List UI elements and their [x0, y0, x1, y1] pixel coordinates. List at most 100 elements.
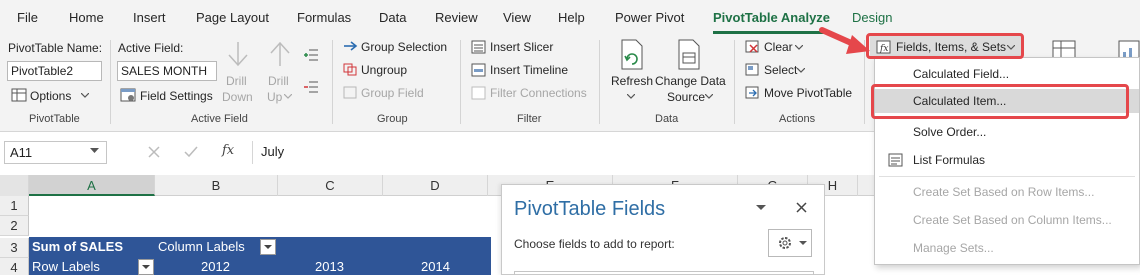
row-header-3[interactable]: 3 [0, 238, 29, 258]
chevron-down-icon [627, 94, 635, 99]
move-pivottable-button[interactable]: Move PivotTable [764, 86, 852, 100]
pivot-column-labels[interactable]: Column Labels [158, 237, 245, 257]
group-label-active-field: Active Field [191, 113, 248, 125]
tab-formulas[interactable]: Formulas [297, 10, 351, 25]
options-button[interactable]: Options [30, 89, 71, 103]
formula-buttons: fx [136, 141, 251, 164]
active-field-input[interactable]: SALES MONTH [117, 61, 217, 81]
pivot-year-2014[interactable]: 2014 [421, 257, 450, 275]
drill-up-icon [270, 41, 290, 66]
select-icon [745, 63, 759, 76]
group-selection-button[interactable]: Group Selection [361, 40, 447, 54]
pivot-row-labels[interactable]: Row Labels [32, 257, 100, 275]
insert-slicer-button[interactable]: Insert Slicer [490, 40, 553, 54]
group-label-group: Group [377, 113, 408, 125]
menu-create-set-rows[interactable]: Create Set Based on Row Items... [875, 180, 1139, 204]
insert-timeline-button[interactable]: Insert Timeline [490, 63, 568, 77]
active-field-label: Active Field: [118, 41, 184, 55]
menu-solve-order[interactable]: Solve Order... [875, 120, 1139, 144]
row-header-2[interactable]: 2 [0, 216, 29, 236]
column-header-b[interactable]: B [155, 175, 278, 196]
cancel-icon[interactable] [148, 146, 160, 158]
tab-file[interactable]: File [17, 10, 38, 25]
pivottable-name-field[interactable]: PivotTable2 [7, 61, 102, 81]
chevron-down-icon[interactable] [90, 148, 99, 154]
filter-connections-icon [471, 86, 486, 100]
refresh-icon [621, 39, 643, 70]
ungroup-icon [343, 63, 357, 76]
dropdown-arrow-icon [142, 265, 150, 269]
insert-slicer-icon [471, 40, 486, 54]
chevron-down-icon [799, 241, 807, 245]
group-label-data: Data [655, 113, 679, 125]
refresh-button[interactable]: Refresh [611, 74, 653, 88]
chevron-down-icon [705, 94, 713, 99]
column-header-a[interactable]: A [29, 175, 155, 196]
drill-up-button-line2: Up [267, 90, 283, 104]
ungroup-button[interactable]: Ungroup [361, 63, 407, 77]
chevron-down-icon [797, 68, 805, 73]
pivot-sum-label[interactable]: Sum of SALES [32, 237, 123, 257]
pane-tools-button[interactable] [768, 229, 812, 257]
menu-list-formulas[interactable]: List Formulas [875, 148, 1139, 172]
group-separator [110, 40, 111, 124]
tab-view[interactable]: View [503, 10, 531, 25]
clear-button[interactable]: Clear [764, 40, 793, 54]
dropdown-arrow-icon [264, 245, 272, 249]
expand-field-icon[interactable] [304, 48, 320, 62]
move-pivottable-icon [745, 86, 759, 99]
group-separator [460, 40, 461, 124]
group-field-button[interactable]: Group Field [361, 86, 424, 100]
highlight-calculated-item [871, 84, 1129, 119]
field-settings-button[interactable]: Field Settings [140, 89, 213, 103]
tab-page-layout[interactable]: Page Layout [196, 10, 269, 25]
insert-function-button[interactable]: fx [222, 143, 234, 158]
chevron-down-icon [81, 93, 89, 98]
tab-power-pivot[interactable]: Power Pivot [615, 10, 684, 25]
chevron-down-icon [795, 45, 803, 50]
tab-help[interactable]: Help [558, 10, 585, 25]
clear-icon [745, 40, 759, 53]
tab-data[interactable]: Data [379, 10, 406, 25]
group-field-icon [343, 86, 357, 99]
menu-create-set-columns[interactable]: Create Set Based on Column Items... [875, 208, 1139, 232]
group-selection-icon [344, 41, 358, 51]
pointer-arrow-icon [819, 27, 870, 54]
insert-timeline-icon [471, 63, 486, 77]
pivot-year-2012[interactable]: 2012 [201, 257, 230, 275]
change-data-source-button-line2: Source [667, 90, 706, 104]
row-header-1[interactable]: 1 [0, 196, 29, 216]
drill-up-button[interactable]: Drill [268, 74, 289, 88]
pivottable-fields-pane: PivotTable Fields Choose fields to add t… [501, 184, 825, 275]
drill-down-button[interactable]: Drill [226, 74, 247, 88]
menu-manage-sets[interactable]: Manage Sets... [875, 236, 1139, 260]
change-data-source-button[interactable]: Change Data [655, 74, 726, 88]
gear-icon [779, 237, 791, 249]
pane-subtitle: Choose fields to add to report: [514, 237, 675, 251]
drill-down-icon [228, 42, 248, 67]
pane-options-chevron-icon[interactable] [756, 205, 766, 211]
close-icon[interactable] [796, 202, 807, 213]
ribbon-tab-bar: File Home Insert Page Layout Formulas Da… [0, 0, 1140, 36]
column-labels-filter-button[interactable] [260, 239, 276, 255]
select-button[interactable]: Select [764, 63, 797, 77]
column-header-d[interactable]: D [383, 175, 488, 196]
pivottable-name-label: PivotTable Name: [8, 41, 103, 55]
tab-home[interactable]: Home [69, 10, 104, 25]
tab-design[interactable]: Design [852, 10, 892, 25]
row-header-4[interactable]: 4 [0, 258, 29, 275]
filter-connections-button[interactable]: Filter Connections [490, 86, 587, 100]
menu-calculated-field[interactable]: Calculated Field... [875, 62, 1139, 86]
tab-pivottable-analyze[interactable]: PivotTable Analyze [713, 10, 830, 25]
tab-insert[interactable]: Insert [133, 10, 166, 25]
row-labels-filter-button[interactable] [138, 259, 154, 275]
tab-review[interactable]: Review [435, 10, 478, 25]
column-header-c[interactable]: C [278, 175, 383, 196]
collapse-field-icon[interactable] [304, 80, 320, 94]
pivot-year-2013[interactable]: 2013 [315, 257, 344, 275]
select-all-corner[interactable] [0, 175, 29, 196]
drill-down-button-line2: Down [222, 90, 253, 104]
field-search-box[interactable] [514, 271, 814, 275]
enter-check-icon[interactable] [184, 146, 198, 158]
field-settings-icon [120, 88, 136, 102]
